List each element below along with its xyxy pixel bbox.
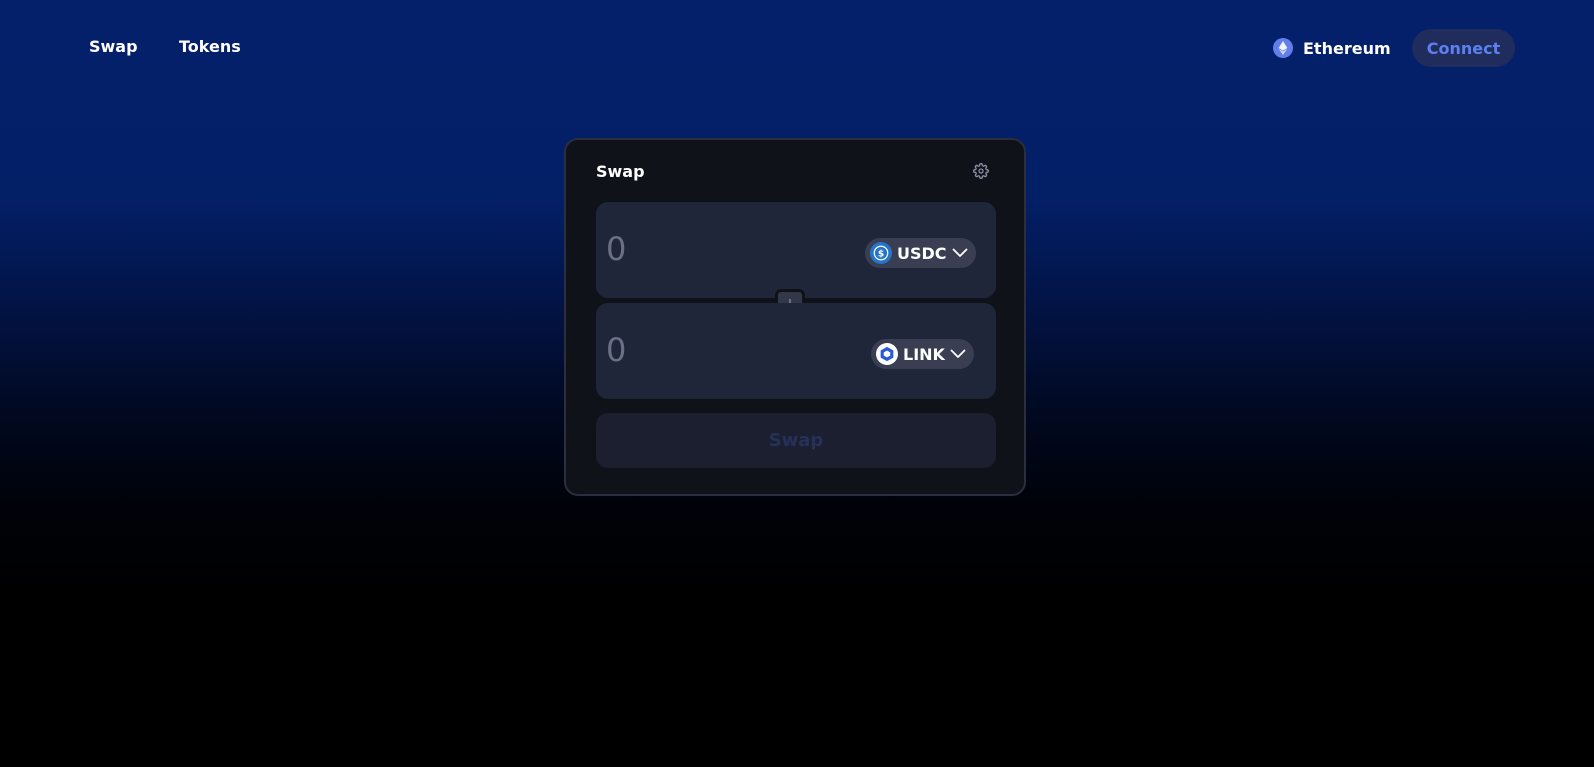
to-token-label: LINK [903, 344, 945, 364]
to-token-box: LINK [596, 303, 996, 399]
nav-tokens-link[interactable]: Tokens [179, 37, 241, 57]
link-icon [876, 343, 898, 365]
nav-swap-link[interactable]: Swap [89, 37, 138, 57]
network-label: Ethereum [1303, 38, 1391, 58]
to-token-select[interactable]: LINK [871, 339, 974, 369]
from-token-label: USDC [897, 243, 947, 263]
top-bar: Swap Tokens Ethereum Connect [0, 0, 1594, 96]
swap-card: Swap $ USDC [564, 138, 1026, 496]
from-amount-input[interactable] [606, 229, 826, 269]
connect-button[interactable]: Connect [1412, 29, 1515, 67]
chevron-down-icon [952, 248, 967, 257]
swap-card-title: Swap [596, 162, 645, 181]
ethereum-icon [1273, 38, 1293, 58]
gear-icon [973, 163, 989, 179]
from-token-box: $ USDC [596, 202, 996, 298]
network-selector[interactable]: Ethereum [1273, 37, 1391, 59]
swap-submit-button[interactable]: Swap [596, 413, 996, 468]
to-amount-input[interactable] [606, 330, 826, 370]
from-token-select[interactable]: $ USDC [865, 238, 976, 268]
settings-button[interactable] [970, 160, 992, 182]
svg-text:$: $ [878, 249, 884, 259]
usdc-icon: $ [870, 242, 892, 264]
chevron-down-icon [950, 349, 966, 358]
